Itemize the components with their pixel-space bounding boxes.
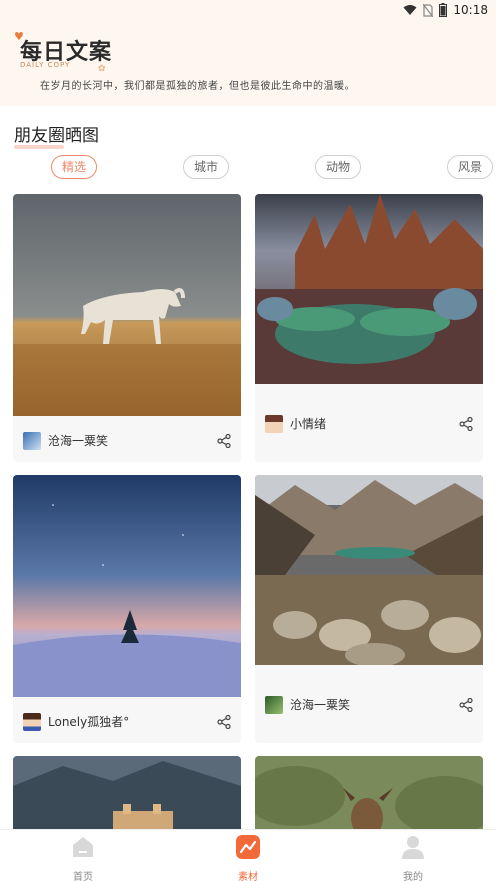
nav-material-label: 素材 (238, 872, 258, 881)
author-name[interactable]: Lonely孤独者° (48, 713, 129, 731)
avatar[interactable] (23, 713, 41, 731)
share-icon[interactable] (459, 698, 473, 712)
post-image[interactable] (255, 756, 483, 836)
avatar[interactable] (265, 696, 283, 714)
avatar[interactable] (23, 432, 41, 450)
share-icon[interactable] (459, 417, 473, 431)
section-title-text: 朋友圈晒图 (14, 126, 99, 146)
paw-icon: ✿ (98, 64, 106, 74)
post-footer: Lonely孤独者° (13, 699, 241, 743)
post-card[interactable]: 沧海一粟笑 (13, 194, 241, 462)
status-time: 10:18 (453, 3, 488, 17)
wifi-icon (403, 5, 417, 15)
author-name[interactable]: 沧海一粟笑 (48, 432, 108, 450)
post-image[interactable] (13, 475, 241, 697)
post-image[interactable] (13, 194, 241, 416)
share-icon[interactable] (217, 434, 231, 448)
app-logo: ♥ 每日文案 DAILY COPY ✿ (14, 30, 124, 74)
app-header: ♥ 每日文案 DAILY COPY ✿ 在岁月的长河中，我们都是孤独的旅者，但也… (0, 22, 496, 106)
tab-featured[interactable]: 精选 (51, 155, 98, 179)
status-icons: 10:18 (403, 3, 488, 17)
share-icon[interactable] (217, 715, 231, 729)
section-title: 朋友圈晒图 (14, 121, 99, 149)
tab-city[interactable]: 城市 (183, 155, 230, 179)
post-footer: 沧海一粟笑 (13, 418, 241, 462)
status-bar: 10:18 (0, 0, 496, 22)
post-card[interactable] (13, 756, 241, 836)
nav-profile[interactable]: 我的 (383, 834, 443, 881)
header-quote: 在岁月的长河中，我们都是孤独的旅者，但也是彼此生命中的温暖。 (40, 81, 355, 92)
material-icon (236, 835, 260, 859)
nav-home[interactable]: 首页 (53, 834, 113, 881)
home-icon (73, 837, 93, 857)
category-tabs: 精选 城市 动物 风景 (0, 155, 496, 181)
battery-icon (439, 3, 448, 17)
post-card[interactable]: 小情绪 (255, 194, 483, 462)
post-image[interactable] (255, 194, 483, 384)
profile-icon (402, 836, 424, 859)
tab-scenery[interactable]: 风景 (447, 155, 494, 179)
post-card[interactable]: 沧海一粟笑 (255, 475, 483, 743)
post-card[interactable] (255, 756, 483, 836)
bottom-nav: 首页 素材 我的 (0, 829, 496, 881)
author-name[interactable]: 沧海一粟笑 (290, 696, 350, 714)
post-card[interactable]: Lonely孤独者° (13, 475, 241, 743)
nav-home-label: 首页 (73, 872, 93, 881)
no-sim-icon (423, 3, 434, 17)
avatar[interactable] (265, 415, 283, 433)
post-image[interactable] (13, 756, 241, 836)
nav-material[interactable]: 素材 (218, 834, 278, 881)
author-name[interactable]: 小情绪 (290, 415, 326, 433)
nav-profile-label: 我的 (403, 872, 423, 881)
tab-animals[interactable]: 动物 (315, 155, 362, 179)
logo-subtitle: DAILY COPY (20, 61, 71, 69)
post-image[interactable] (255, 475, 483, 665)
post-footer: 沧海一粟笑 (255, 682, 483, 726)
post-footer: 小情绪 (255, 401, 483, 445)
